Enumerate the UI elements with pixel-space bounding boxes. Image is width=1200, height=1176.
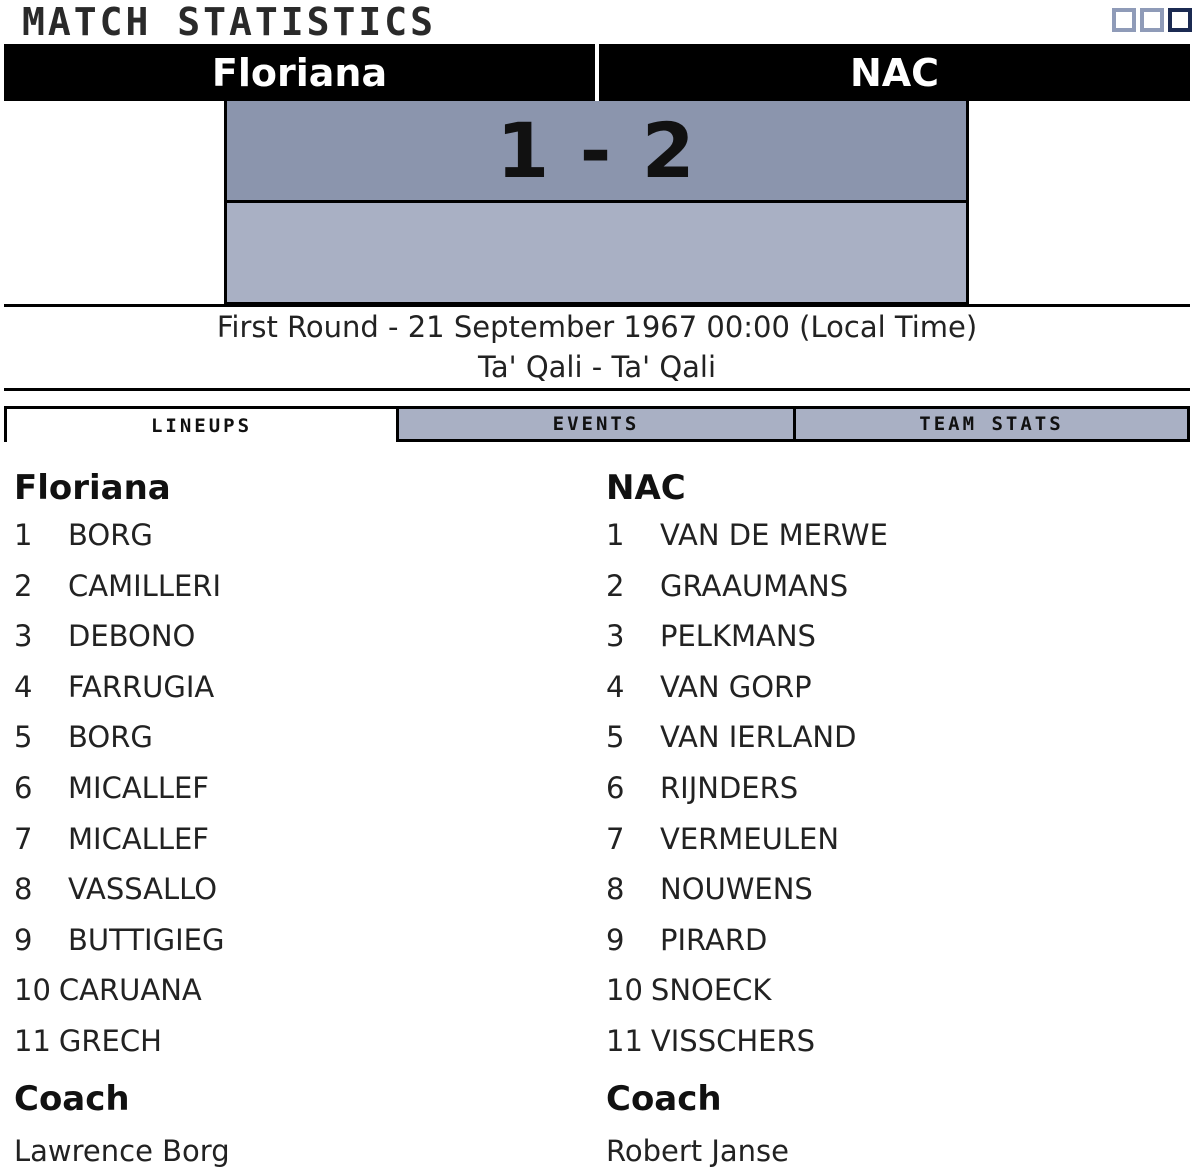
- player-name: VISSCHERS: [650, 1023, 816, 1058]
- player-name: BORG: [68, 720, 153, 755]
- restore-icon[interactable]: [1140, 8, 1164, 32]
- home-lineup-team-name: Floriana: [14, 468, 171, 508]
- coach-name: Lawrence Borg: [14, 1133, 230, 1168]
- away-team-name: NAC: [599, 44, 1190, 101]
- player-name: VAN DE MERWE: [660, 518, 888, 552]
- player-name: NOUWENS: [660, 872, 813, 907]
- list-item: 1 VAN DE MERWE: [606, 510, 1166, 561]
- list-item: 6 MICALLEF: [14, 763, 574, 814]
- player-name: MICALLEF: [68, 770, 209, 805]
- player-name: VERMEULEN: [660, 821, 840, 856]
- teams-bar: Floriana NAC: [4, 44, 1190, 101]
- score-box: 1 - 2: [224, 101, 969, 305]
- player-number: 9: [14, 922, 33, 957]
- player-name: MICALLEF: [68, 821, 209, 856]
- away-lineup: NAC 1 VAN DE MERWE 2 GRAAUMANS 3 PELKMANS 4…: [606, 466, 1166, 1175]
- player-number: 4: [14, 669, 33, 704]
- player-number: 11: [606, 1023, 643, 1058]
- maximize-icon[interactable]: [1168, 8, 1192, 32]
- player-number: 5: [606, 720, 625, 755]
- player-name: SNOECK: [650, 973, 772, 1008]
- score: 1 - 2: [227, 101, 966, 203]
- player-number: 6: [606, 770, 625, 805]
- player-number: 6: [14, 770, 33, 805]
- match-round-date: First Round - 21 September 1967 00:00 (L…: [216, 310, 978, 344]
- player-name: GRECH: [58, 1023, 162, 1058]
- player-number: 7: [14, 821, 33, 856]
- list-item: 3 DEBONO: [14, 611, 574, 662]
- player-number: 9: [606, 922, 625, 957]
- list-item: 11 GRECH: [14, 1016, 574, 1067]
- window-controls: [1112, 8, 1192, 32]
- tab-team-stats[interactable]: TEAM STATS: [796, 406, 1190, 442]
- player-name: BORG: [68, 518, 153, 552]
- player-number: 11: [14, 1023, 51, 1058]
- list-item: 8 VASSALLO: [14, 864, 574, 915]
- player-number: 8: [14, 872, 33, 907]
- list-item: 7 VERMEULEN: [606, 814, 1166, 865]
- list-item: 4 VAN GORP: [606, 662, 1166, 713]
- player-number: 2: [14, 568, 33, 603]
- page-title: MATCH STATISTICS: [22, 0, 437, 44]
- divider: [4, 304, 1190, 307]
- divider: [4, 388, 1190, 391]
- tab-events[interactable]: EVENTS: [396, 406, 796, 442]
- player-name: VAN IERLAND: [660, 720, 857, 755]
- player-name: PIRARD: [660, 922, 768, 957]
- player-number: 8: [606, 872, 625, 907]
- home-lineup: Floriana 1 BORG 2 CAMILLERI 3 DEBONO 4 FARRU…: [14, 466, 574, 1175]
- list-item: 5 VAN IERLAND: [606, 712, 1166, 763]
- coach-name: Robert Janse: [606, 1133, 790, 1168]
- player-name: CAMILLERI: [68, 568, 222, 603]
- player-number: 3: [14, 619, 33, 654]
- player-name: VAN GORP: [660, 669, 812, 704]
- list-item: 9 BUTTIGIEG: [14, 915, 574, 966]
- list-item: 4 FARRUGIA: [14, 662, 574, 713]
- player-number: 5: [14, 720, 33, 755]
- list-item: 5 BORG: [14, 712, 574, 763]
- player-name: BUTTIGIEG: [68, 922, 225, 957]
- list-item: 9 PIRARD: [606, 915, 1166, 966]
- coach-heading: Coach: [606, 1078, 722, 1119]
- list-item: 10 CARUANA: [14, 965, 574, 1016]
- home-team-name: Floriana: [4, 44, 595, 101]
- player-name: DEBONO: [68, 619, 196, 654]
- player-number: 2: [606, 568, 625, 603]
- player-name: PELKMANS: [660, 619, 816, 654]
- player-name: VASSALLO: [68, 872, 218, 907]
- list-item: 7 MICALLEF: [14, 814, 574, 865]
- list-item: 2 CAMILLERI: [14, 561, 574, 612]
- player-number: 4: [606, 669, 625, 704]
- list-item: 3 PELKMANS: [606, 611, 1166, 662]
- player-name: RIJNDERS: [660, 770, 799, 805]
- player-name: CARUANA: [58, 973, 202, 1008]
- list-item: 10 SNOECK: [606, 965, 1166, 1016]
- player-number: 7: [606, 821, 625, 856]
- match-venue: Ta' Qali - Ta' Qali: [477, 350, 717, 384]
- list-item: 8 NOUWENS: [606, 864, 1166, 915]
- minimize-icon[interactable]: [1112, 8, 1136, 32]
- player-number: 10: [606, 973, 643, 1008]
- list-item: 2 GRAAUMANS: [606, 561, 1166, 612]
- away-lineup-team-name: NAC: [606, 468, 686, 508]
- tab-lineups[interactable]: LINEUPS: [4, 406, 396, 442]
- player-number: 3: [606, 619, 625, 654]
- list-item: 1 BORG: [14, 510, 574, 561]
- player-number: 1: [14, 518, 33, 552]
- player-number: 10: [14, 973, 51, 1008]
- list-item: 6 RIJNDERS: [606, 763, 1166, 814]
- player-number: 1: [606, 518, 625, 552]
- list-item: 11 VISSCHERS: [606, 1016, 1166, 1067]
- player-name: GRAAUMANS: [660, 568, 849, 603]
- tab-bar: LINEUPS EVENTS TEAM STATS: [4, 406, 1190, 442]
- coach-heading: Coach: [14, 1078, 130, 1119]
- player-name: FARRUGIA: [68, 669, 215, 704]
